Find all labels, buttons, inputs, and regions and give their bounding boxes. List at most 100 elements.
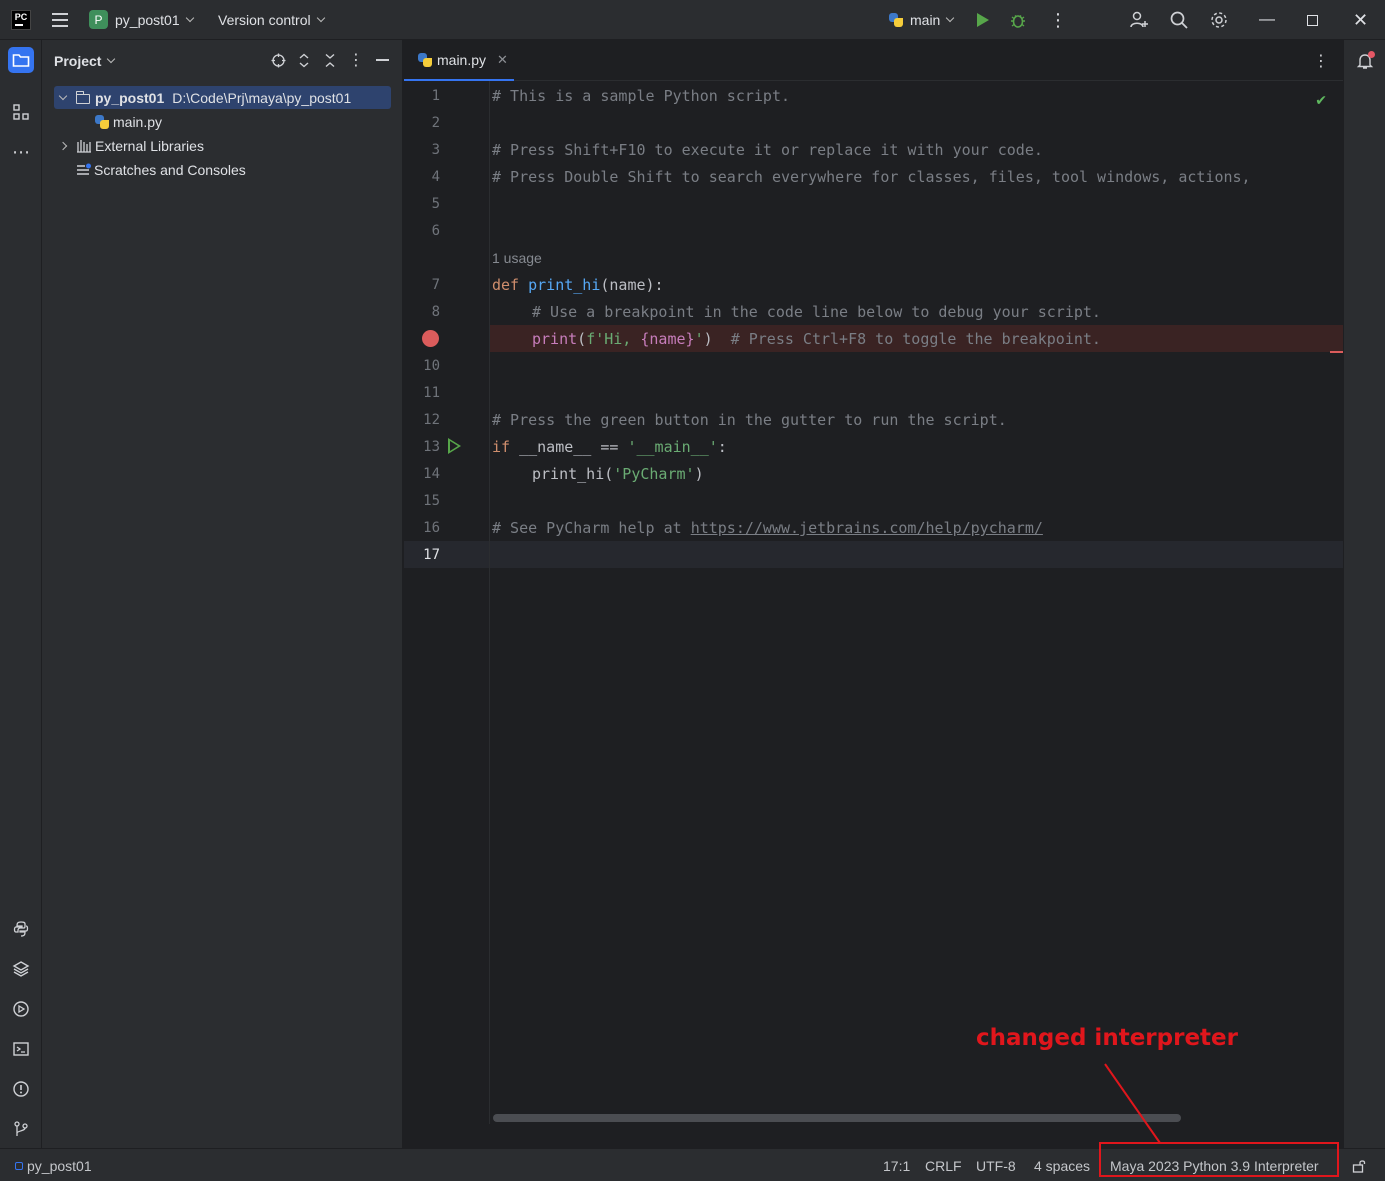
minimize-icon: — <box>1259 11 1275 28</box>
notification-badge <box>1368 51 1375 58</box>
library-icon <box>77 139 91 153</box>
editor-tab-bar: main.py ✕ ⋮ <box>404 40 1343 81</box>
project-panel: Project ⋮ py_post01 D:\Code\Prj\maya\py_… <box>42 40 403 1148</box>
chevron-down-icon <box>185 13 194 23</box>
code-line[interactable]: # This is a sample Python script. <box>492 83 790 110</box>
tree-item-label: main.py <box>113 113 163 130</box>
python-icon <box>889 13 903 27</box>
code-line[interactable]: # Press Shift+F10 to execute it or repla… <box>492 137 1043 164</box>
layers-tool-button[interactable] <box>8 956 34 982</box>
structure-tool-button[interactable] <box>8 99 34 125</box>
run-icon <box>977 13 989 27</box>
chevron-down-icon <box>107 54 116 64</box>
run-button[interactable] <box>977 0 989 40</box>
git-tool-button[interactable] <box>8 1116 34 1142</box>
caret-position[interactable]: 17:1 <box>883 1149 910 1181</box>
hide-panel-button[interactable] <box>374 52 390 68</box>
expand-all-button[interactable] <box>296 52 312 68</box>
collapse-all-button[interactable] <box>322 52 338 68</box>
problems-tool-button[interactable] <box>8 1076 34 1102</box>
folder-icon <box>12 54 30 67</box>
chevron-right-icon <box>58 141 68 150</box>
tree-item-label: py_post01 <box>95 89 165 106</box>
line-separator[interactable]: CRLF <box>925 1149 962 1181</box>
layers-icon <box>12 961 30 977</box>
structure-icon <box>13 104 29 120</box>
close-icon[interactable]: ✕ <box>497 52 508 68</box>
horizontal-scrollbar[interactable] <box>493 1114 1181 1122</box>
code-line[interactable]: # Press the green button in the gutter t… <box>492 407 1007 434</box>
project-tool-button[interactable] <box>8 47 34 73</box>
version-control-menu[interactable]: Version control <box>218 0 325 40</box>
terminal-tool-button[interactable] <box>8 1036 34 1062</box>
line-number: 10 <box>423 358 440 374</box>
project-panel-title-label: Project <box>54 53 102 69</box>
module-icon <box>15 1161 23 1170</box>
gear-icon <box>1211 12 1227 28</box>
file-encoding[interactable]: UTF-8 <box>976 1149 1016 1181</box>
tree-item-label: Scratches and Consoles <box>94 161 246 178</box>
right-tool-stripe <box>1343 40 1385 1148</box>
unlock-icon <box>1352 1159 1366 1173</box>
code-with-me-button[interactable] <box>1129 0 1149 40</box>
debug-button[interactable] <box>1009 0 1027 40</box>
tab-main-py[interactable]: main.py ✕ <box>404 40 514 81</box>
maximize-button[interactable] <box>1307 0 1318 40</box>
python-file-icon <box>95 114 109 129</box>
tree-item-scratches[interactable]: Scratches and Consoles <box>76 158 246 181</box>
search-button[interactable] <box>1169 0 1189 40</box>
git-branch-icon <box>14 1121 28 1136</box>
breakpoint-marker[interactable] <box>422 330 439 347</box>
error-stripe-mark <box>1330 351 1343 353</box>
python-console-icon <box>13 921 29 937</box>
project-panel-title[interactable]: Project <box>54 40 116 82</box>
run-config-selector[interactable]: main <box>889 0 955 40</box>
status-project-breadcrumb[interactable]: py_post01 <box>15 1149 92 1181</box>
minimize-button[interactable]: — <box>1259 0 1275 40</box>
editor-tabs-menu-button[interactable]: ⋮ <box>1313 51 1329 71</box>
tree-item-path: D:\Code\Prj\maya\py_post01 <box>172 89 352 106</box>
panel-options-button[interactable]: ⋮ <box>348 52 364 69</box>
code-line[interactable]: # Use a breakpoint in the code line belo… <box>532 299 1101 326</box>
no-problems-check-icon[interactable]: ✔ <box>1315 92 1327 109</box>
read-only-toggle[interactable] <box>1352 1149 1366 1181</box>
project-switcher[interactable]: py_post01 <box>115 0 194 40</box>
main-menu-button[interactable] <box>50 0 70 40</box>
line-number: 1 <box>431 88 440 104</box>
more-vertical-icon: ⋮ <box>1313 53 1329 70</box>
line-number: 3 <box>431 142 440 158</box>
code-line-breakpoint[interactable]: print(f'Hi, {name}') # Press Ctrl+F8 to … <box>532 326 1101 353</box>
search-icon <box>1170 11 1188 29</box>
folder-icon <box>76 90 90 104</box>
code-line[interactable]: # Press Double Shift to search everywher… <box>492 164 1251 191</box>
crosshair-icon <box>271 53 285 67</box>
chevron-down-icon <box>58 91 68 100</box>
locate-file-button[interactable] <box>270 52 286 68</box>
more-actions-button[interactable]: ⋮ <box>1049 0 1067 40</box>
line-number: 7 <box>431 277 440 293</box>
settings-button[interactable] <box>1209 0 1229 40</box>
left-tool-stripe: ⋯ <box>0 40 42 1148</box>
more-tools-button[interactable]: ⋯ <box>8 139 34 165</box>
python-packages-button[interactable] <box>8 916 34 942</box>
current-line-highlight <box>404 541 1343 568</box>
tree-item-main-py[interactable]: main.py <box>95 110 162 133</box>
project-badge-icon: P <box>89 10 108 29</box>
help-link[interactable]: https://www.jetbrains.com/help/pycharm/ <box>691 519 1043 537</box>
minimize-icon <box>375 59 389 61</box>
close-window-button[interactable]: ✕ <box>1353 0 1368 40</box>
run-config-label: main <box>910 12 941 28</box>
tree-item-project-root[interactable]: py_post01 D:\Code\Prj\maya\py_post01 <box>54 86 391 109</box>
services-tool-button[interactable] <box>8 996 34 1022</box>
indent-setting[interactable]: 4 spaces <box>1034 1149 1090 1181</box>
tree-item-external-libraries[interactable]: External Libraries <box>54 134 204 157</box>
code-line[interactable]: # See PyCharm help at https://www.jetbra… <box>492 515 1043 542</box>
usage-hint[interactable]: 1 usage <box>492 245 542 272</box>
code-line[interactable]: def print_hi(name): <box>492 272 664 299</box>
pycharm-logo-icon[interactable]: PC <box>11 10 31 30</box>
tree-item-label: External Libraries <box>95 137 204 154</box>
gutter-run-icon[interactable] <box>448 438 461 454</box>
code-line[interactable]: if __name__ == '__main__': <box>492 434 727 461</box>
close-icon: ✕ <box>1353 9 1369 30</box>
code-line[interactable]: print_hi('PyCharm') <box>532 461 704 488</box>
